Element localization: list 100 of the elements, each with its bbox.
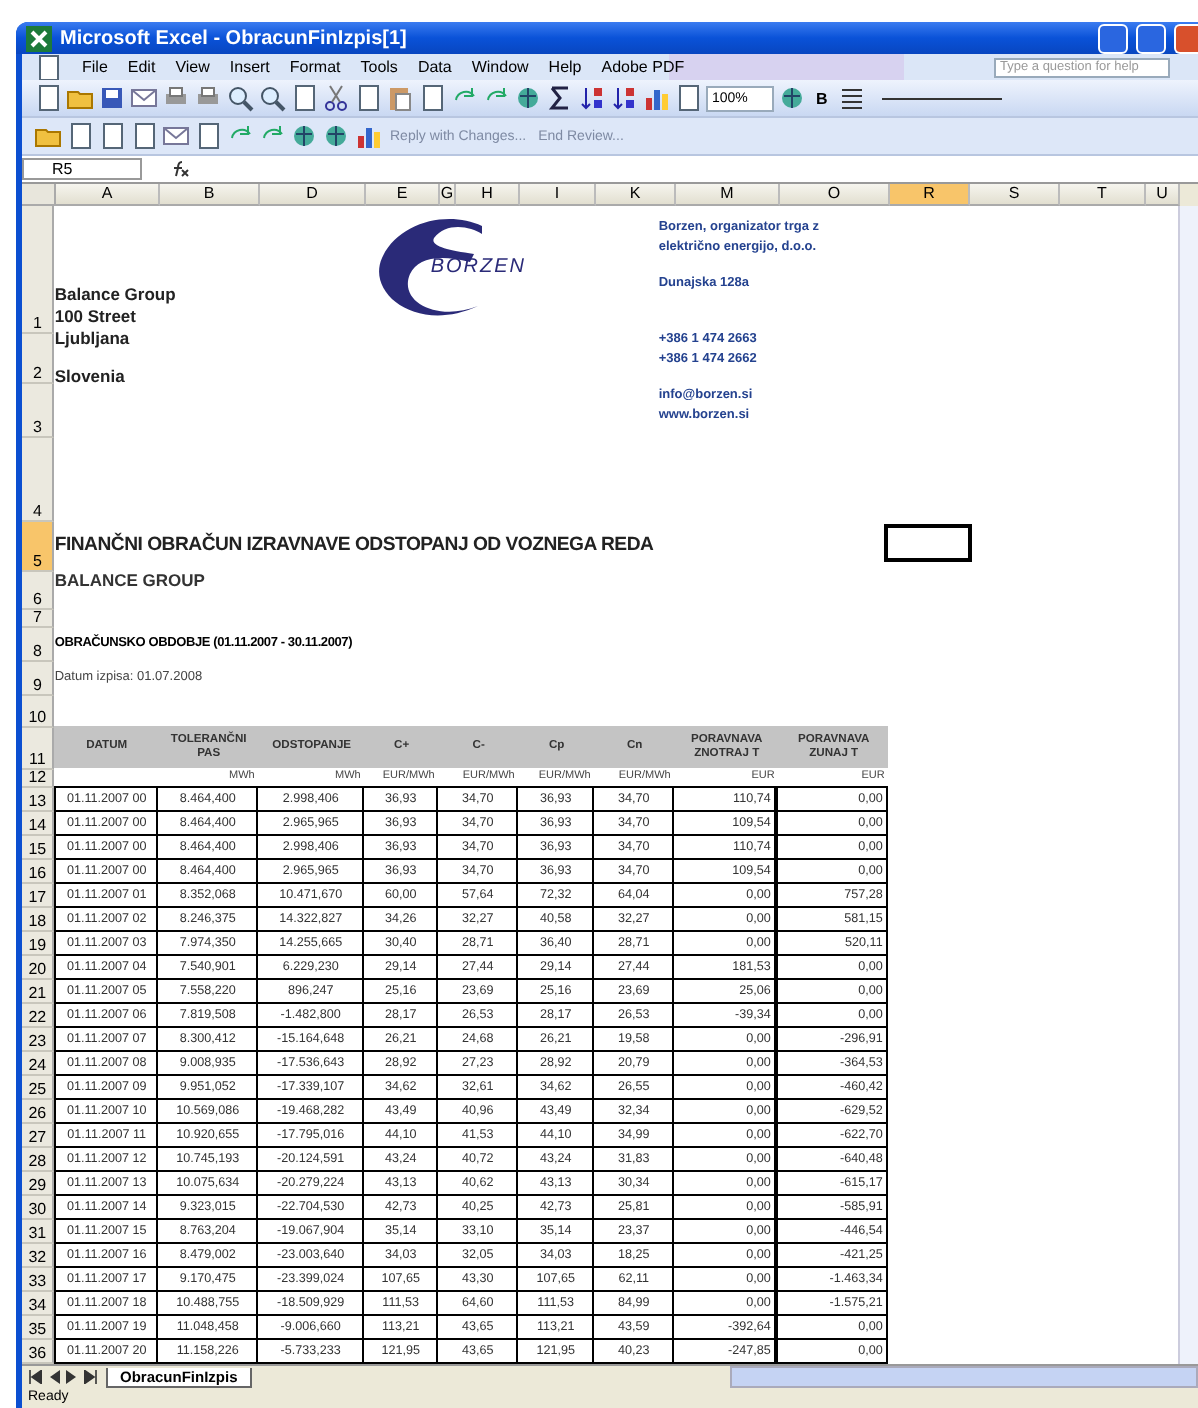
sum-icon[interactable]	[546, 84, 574, 112]
column-header[interactable]: S	[970, 184, 1060, 206]
row-header[interactable]: 15	[22, 836, 55, 860]
magnifier-icon[interactable]	[226, 84, 254, 112]
row-header[interactable]: 26	[22, 1100, 55, 1124]
row-header[interactable]: 16	[22, 860, 55, 884]
page-icon[interactable]	[290, 84, 318, 112]
close-button[interactable]	[1174, 23, 1198, 53]
magnifier-icon[interactable]	[258, 84, 286, 112]
row-header[interactable]: 17	[22, 884, 55, 908]
row-header[interactable]: 9	[22, 662, 55, 696]
menu-item[interactable]: Insert	[229, 58, 270, 76]
row-header[interactable]: 29	[22, 1172, 55, 1196]
menu-item[interactable]: View	[175, 58, 210, 76]
column-header[interactable]: U	[1146, 184, 1180, 206]
column-header[interactable]: R	[890, 184, 970, 206]
function-icon[interactable]	[170, 160, 190, 178]
sort-icon[interactable]	[578, 84, 606, 112]
envelope-icon[interactable]	[130, 84, 158, 112]
menu-item[interactable]: Window	[471, 58, 529, 76]
row-header[interactable]: 30	[22, 1196, 55, 1220]
horizontal-scrollbar[interactable]	[730, 1366, 1198, 1388]
page-icon[interactable]	[130, 122, 158, 150]
menu-item[interactable]: Format	[289, 58, 341, 76]
document-menu-icon[interactable]	[34, 53, 62, 81]
column-header[interactable]: K	[596, 184, 676, 206]
row-header[interactable]: 20	[22, 956, 55, 980]
page-icon[interactable]	[194, 122, 222, 150]
row-header[interactable]: 19	[22, 932, 55, 956]
active-cell[interactable]	[884, 524, 973, 563]
next-sheet-icon[interactable]	[66, 1370, 78, 1384]
row-header[interactable]: 25	[22, 1076, 55, 1100]
column-header[interactable]: G	[440, 184, 456, 206]
row-header[interactable]: 22	[22, 1004, 55, 1028]
menu-item[interactable]: Edit	[127, 58, 156, 76]
column-header[interactable]: I	[520, 184, 596, 206]
menu-item[interactable]: Adobe PDF	[601, 58, 685, 76]
line-style-field[interactable]	[881, 97, 1002, 99]
row-header[interactable]: 1	[22, 206, 55, 334]
vertical-scrollbar[interactable]	[1178, 206, 1198, 1364]
clipboard-icon[interactable]	[386, 84, 414, 112]
last-sheet-icon[interactable]	[84, 1370, 98, 1384]
column-header[interactable]: T	[1060, 184, 1146, 206]
row-header[interactable]: 8	[22, 628, 55, 662]
bold-button[interactable]: B	[810, 89, 834, 107]
row-header[interactable]: 6	[22, 572, 55, 610]
row-header[interactable]: 33	[22, 1268, 55, 1292]
row-header[interactable]: 10	[22, 696, 55, 728]
align-icon[interactable]	[837, 84, 866, 112]
name-box[interactable]: R5	[22, 158, 142, 180]
row-header[interactable]: 36	[22, 1340, 55, 1364]
row-header[interactable]: 7	[22, 610, 55, 628]
row-header[interactable]: 32	[22, 1244, 55, 1268]
row-header[interactable]: 13	[22, 788, 55, 812]
page-icon[interactable]	[418, 84, 446, 112]
row-header[interactable]: 3	[22, 384, 55, 438]
menu-item[interactable]: Tools	[360, 58, 398, 76]
page-icon[interactable]	[354, 84, 382, 112]
row-header[interactable]: 2	[22, 334, 55, 384]
menu-item[interactable]: File	[82, 58, 108, 76]
save-icon[interactable]	[98, 84, 126, 112]
logo-text: BORZEN	[430, 255, 527, 277]
menu-item[interactable]: Data	[417, 58, 452, 76]
column-header[interactable]: B	[160, 184, 260, 206]
previous-sheet-icon[interactable]	[48, 1370, 60, 1384]
row-header[interactable]: 4	[22, 438, 55, 522]
column-header[interactable]: D	[260, 184, 366, 206]
scissors-icon[interactable]	[322, 84, 350, 112]
column-header[interactable]: A	[56, 184, 160, 206]
menu-item[interactable]: Help	[548, 58, 582, 76]
column-header[interactable]: M	[676, 184, 780, 206]
row-header[interactable]: 14	[22, 812, 55, 836]
row-header[interactable]: 35	[22, 1316, 55, 1340]
row-header[interactable]: 5	[22, 522, 55, 572]
row-header[interactable]: 18	[22, 908, 55, 932]
row-header[interactable]: 23	[22, 1028, 55, 1052]
column-header[interactable]: O	[780, 184, 890, 206]
window-title: Microsoft Excel - ObracunFinIzpis[1]	[60, 27, 409, 49]
address-line: 100 Street	[54, 306, 138, 328]
row-header[interactable]: 28	[22, 1148, 55, 1172]
row-header[interactable]: 12	[22, 770, 55, 788]
row-header[interactable]: 31	[22, 1220, 55, 1244]
page-icon[interactable]	[66, 122, 94, 150]
row-header[interactable]: 11	[22, 728, 55, 770]
page-icon[interactable]	[98, 122, 126, 150]
chart-icon[interactable]	[354, 122, 382, 150]
row-header[interactable]: 34	[22, 1292, 55, 1316]
new-document-icon[interactable]	[34, 84, 62, 112]
row-header[interactable]: 21	[22, 980, 55, 1004]
column-header[interactable]: H	[456, 184, 520, 206]
sort-icon[interactable]	[610, 84, 638, 112]
row-header[interactable]: 24	[22, 1052, 55, 1076]
row-header[interactable]: 27	[22, 1124, 55, 1148]
envelope-icon[interactable]	[162, 122, 190, 150]
page-icon[interactable]	[674, 84, 702, 112]
column-header[interactable]: E	[366, 184, 440, 206]
first-sheet-icon[interactable]	[28, 1370, 42, 1384]
chart-icon[interactable]	[642, 84, 670, 112]
maximize-button[interactable]	[1136, 23, 1166, 53]
minimize-button[interactable]	[1098, 23, 1128, 53]
